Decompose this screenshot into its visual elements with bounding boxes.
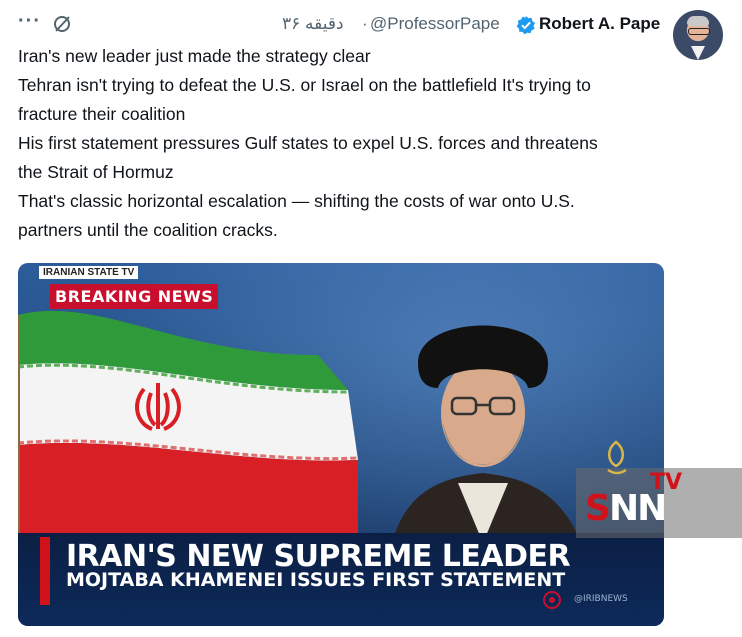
- image-credit: @IRIBNEWS: [574, 594, 628, 604]
- author-handle[interactable]: @ProfessorPape: [370, 14, 500, 34]
- tweet-text-line: That's classic horizontal escalation — s…: [18, 191, 575, 211]
- tweet-text-line: Tehran isn't trying to defeat the U.S. o…: [18, 75, 591, 95]
- snn-tv-watermark: TV: [650, 470, 683, 495]
- tweet-text-line: partners until the coalition cracks.: [18, 220, 278, 240]
- avatar-hair: [687, 16, 709, 26]
- iribnews-logo-icon: [543, 591, 561, 609]
- state-tv-label: IRANIAN STATE TV: [39, 266, 139, 279]
- lower-third-accent: [40, 537, 50, 605]
- tweet-text-line: fracture their coalition: [18, 104, 186, 124]
- snn-watermark-text: S: [585, 488, 611, 529]
- iran-flag-graphic: [18, 310, 359, 555]
- author-name[interactable]: Robert A. Pape: [539, 14, 660, 34]
- tweet-media-image[interactable]: IRANIAN STATE TV BREAKING NEWS IRAN'S NE…: [18, 263, 664, 626]
- verified-badge-icon: [516, 16, 535, 35]
- avatar-glasses: [688, 28, 710, 35]
- grok-icon[interactable]: [52, 14, 72, 34]
- tweet-text-line: Iran's new leader just made the strategy…: [18, 46, 371, 66]
- meta-separator: ·: [362, 14, 368, 33]
- more-options-button[interactable]: ···: [18, 10, 41, 33]
- tweet-timestamp[interactable]: ۳۶ دقیقه: [282, 14, 344, 34]
- avatar-shirt: [691, 46, 705, 60]
- tweet-text-line: the Strait of Hormuz: [18, 162, 174, 182]
- headline-secondary: MOJTABA KHAMENEI ISSUES FIRST STATEMENT: [66, 569, 566, 591]
- tweet-text-line: His first statement pressures Gulf state…: [18, 133, 598, 153]
- avatar[interactable]: [673, 10, 723, 60]
- breaking-news-label: BREAKING NEWS: [50, 284, 219, 309]
- al-jazeera-logo-icon: [607, 440, 627, 475]
